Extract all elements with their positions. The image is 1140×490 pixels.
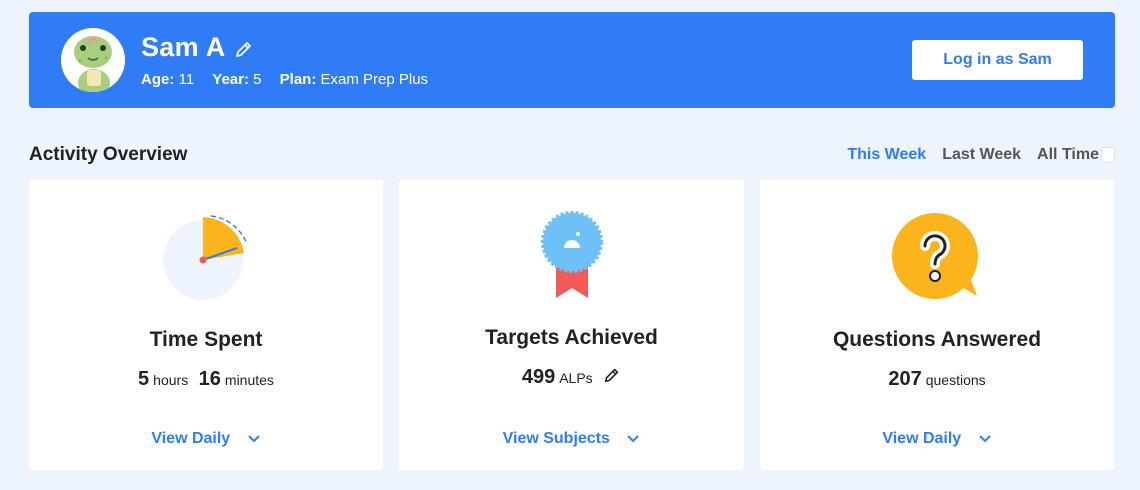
tab-this-week[interactable]: This Week — [847, 146, 926, 164]
view-daily-time-link[interactable]: View Daily — [29, 430, 383, 448]
avatar — [61, 28, 125, 92]
targets-achieved-title: Targets Achieved — [485, 326, 658, 349]
questions-answered-value: 207 questions — [760, 368, 1114, 391]
age-label: Age: — [141, 71, 175, 88]
question-bubble-icon — [892, 213, 978, 299]
chevron-down-icon — [627, 435, 640, 443]
alps-number: 499 — [521, 366, 556, 388]
time-spent-value: 5 hours 16 minutes — [29, 368, 383, 391]
minutes-unit: minutes — [224, 372, 274, 388]
minutes-number: 16 — [198, 368, 221, 390]
view-subjects-link[interactable]: View Subjects — [399, 430, 744, 448]
view-daily-questions-link[interactable]: View Daily — [760, 430, 1114, 448]
questions-answered-card: Questions Answered 207 questions View Dai… — [760, 180, 1114, 470]
student-name: Sam A — [141, 32, 226, 62]
hours-unit: hours — [153, 372, 189, 388]
activity-overview-title: Activity Overview — [29, 144, 188, 165]
time-spent-card: Time Spent 5 hours 16 minutes View Daily — [29, 180, 383, 470]
time-range-tabs: This Week Last Week All Time — [831, 146, 1115, 164]
hours-number: 5 — [138, 368, 150, 390]
year-label: Year: — [212, 71, 249, 88]
student-meta: Age: 11 Year: 5 Plan: Exam Prep Plus — [141, 71, 442, 88]
time-spent-title: Time Spent — [149, 328, 263, 351]
questions-answered-title: Questions Answered — [832, 328, 1042, 351]
plan-label: Plan: — [279, 71, 317, 88]
view-subjects-label: View Subjects — [502, 430, 610, 447]
chevron-down-icon — [247, 435, 260, 443]
dinosaur-avatar-icon — [61, 28, 125, 92]
questions-number: 207 — [888, 368, 922, 390]
tab-overflow-edge — [1101, 147, 1115, 163]
edit-targets-pencil-icon[interactable] — [603, 366, 621, 384]
year-value: 5 — [253, 71, 262, 88]
view-daily-time-label: View Daily — [151, 430, 231, 447]
profile-banner: Sam A Age: 11 Year: 5 Plan: Exam Prep Pl… — [29, 12, 1115, 108]
award-ribbon-icon — [540, 211, 603, 298]
targets-achieved-value: 499 ALPs — [399, 366, 744, 389]
age-value: 11 — [178, 71, 195, 88]
chevron-down-icon — [978, 435, 991, 443]
alps-unit: ALPs — [559, 370, 593, 386]
tab-last-week[interactable]: Last Week — [942, 146, 1021, 164]
edit-name-pencil-icon[interactable] — [234, 39, 254, 59]
targets-achieved-card: Targets Achieved 499 ALPs View Subjects — [399, 180, 744, 470]
log-in-as-student-button[interactable]: Log in as Sam — [912, 40, 1083, 80]
clock-pie-icon — [163, 215, 248, 300]
view-daily-questions-label: View Daily — [882, 430, 962, 447]
tab-all-time[interactable]: All Time — [1037, 146, 1099, 164]
questions-unit: questions — [925, 372, 986, 388]
plan-value: Exam Prep Plus — [320, 71, 429, 88]
